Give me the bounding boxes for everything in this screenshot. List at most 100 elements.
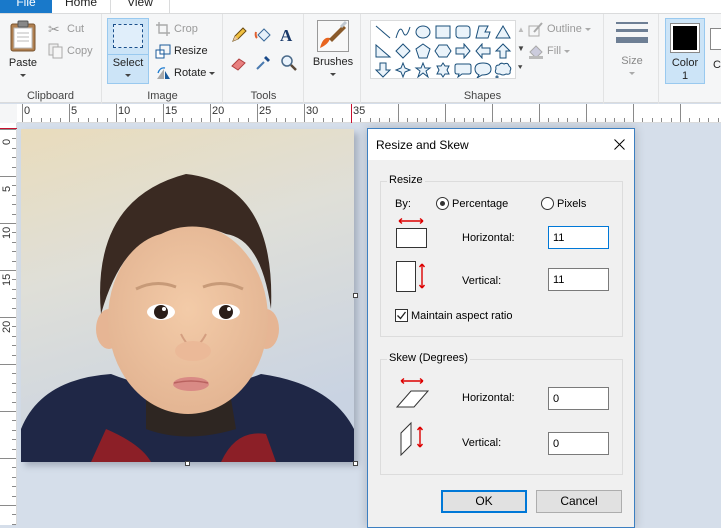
rotate-button[interactable]: Rotate bbox=[155, 63, 216, 83]
shape-diamond[interactable] bbox=[393, 41, 413, 60]
skew-horizontal-input[interactable] bbox=[548, 387, 609, 410]
resize-handle-right[interactable] bbox=[353, 293, 358, 298]
text-button[interactable]: A bbox=[280, 26, 292, 46]
tab-home[interactable]: Home bbox=[56, 0, 106, 13]
resize-vertical-input[interactable] bbox=[548, 268, 609, 291]
shape-rectangle[interactable] bbox=[433, 22, 453, 41]
maintain-aspect-checkbox[interactable] bbox=[395, 309, 408, 322]
shape-pentagon[interactable] bbox=[413, 41, 433, 60]
color-picker-button[interactable] bbox=[254, 54, 272, 74]
resize-handle-corner[interactable] bbox=[353, 461, 358, 466]
ruler-label: 0 bbox=[1, 138, 13, 145]
resize-handle-bottom[interactable] bbox=[185, 461, 190, 466]
percentage-radio[interactable] bbox=[436, 197, 449, 210]
tab-view[interactable]: View bbox=[110, 0, 170, 13]
shape-rounded-rectangle[interactable] bbox=[453, 22, 473, 41]
shape-rounded-callout[interactable] bbox=[453, 60, 473, 79]
ruler-tick bbox=[0, 458, 16, 459]
shape-six-point-star[interactable] bbox=[433, 60, 453, 79]
gallery-down-arrow[interactable]: ▼ bbox=[517, 44, 525, 53]
ruler-tick bbox=[388, 118, 390, 122]
ruler-label: 35 bbox=[353, 105, 366, 117]
ruler-tick bbox=[520, 118, 522, 122]
outline-button[interactable]: Outline bbox=[528, 19, 591, 39]
dialog-title-bar[interactable]: Resize and Skew bbox=[368, 129, 634, 160]
shape-four-point-star[interactable] bbox=[393, 60, 413, 79]
ruler-tick bbox=[12, 486, 16, 488]
ruler-tick bbox=[12, 288, 16, 290]
ok-button[interactable]: OK bbox=[441, 490, 527, 513]
ruler-tick bbox=[106, 118, 108, 122]
ruler-tick bbox=[191, 118, 193, 122]
ruler-tick bbox=[651, 118, 653, 122]
ruler-tick bbox=[426, 118, 428, 122]
pixels-label[interactable]: Pixels bbox=[557, 198, 586, 210]
select-button[interactable]: Select bbox=[107, 18, 149, 84]
ruler-tick bbox=[642, 118, 644, 122]
resize-button[interactable]: Resize bbox=[155, 41, 208, 61]
tab-file[interactable]: File bbox=[0, 0, 52, 13]
shape-triangle[interactable] bbox=[493, 22, 513, 41]
gallery-up-arrow[interactable]: ▲ bbox=[517, 25, 525, 34]
maintain-aspect-label[interactable]: Maintain aspect ratio bbox=[411, 310, 513, 322]
shapes-group: ▲ ▼ ⯆ Outline Fill Shapes bbox=[362, 14, 604, 104]
shape-right-arrow[interactable] bbox=[453, 41, 473, 60]
shape-polygon[interactable] bbox=[473, 22, 493, 41]
ruler-tick bbox=[0, 411, 16, 412]
outline-pencil-icon bbox=[528, 21, 544, 37]
shape-left-arrow[interactable] bbox=[473, 41, 493, 60]
crop-button[interactable]: Crop bbox=[155, 19, 198, 39]
shape-down-arrow[interactable] bbox=[373, 60, 393, 79]
brushes-button[interactable]: Brushes bbox=[307, 18, 359, 84]
ruler-tick bbox=[22, 104, 23, 122]
ruler-tick bbox=[0, 223, 16, 224]
color2-button[interactable]: C bbox=[710, 18, 721, 84]
ruler-tick bbox=[614, 118, 616, 122]
ruler-label: 30 bbox=[306, 105, 319, 117]
pencil-icon bbox=[232, 27, 247, 42]
size-button[interactable]: Size bbox=[609, 18, 655, 84]
pixels-radio[interactable] bbox=[541, 197, 554, 210]
shape-right-triangle[interactable] bbox=[373, 41, 393, 60]
ruler-tick bbox=[12, 166, 16, 168]
ruler-tick bbox=[0, 129, 16, 130]
shape-curve[interactable] bbox=[393, 22, 413, 41]
resize-horizontal-label: Horizontal: bbox=[462, 232, 515, 244]
magnifier-button[interactable] bbox=[280, 54, 298, 74]
ruler-tick bbox=[0, 317, 16, 318]
shape-up-arrow[interactable] bbox=[493, 41, 513, 60]
paste-button[interactable]: Paste bbox=[4, 18, 42, 84]
eraser-button[interactable] bbox=[230, 54, 248, 74]
cancel-button[interactable]: Cancel bbox=[536, 490, 622, 513]
color1-button[interactable]: Color 1 bbox=[665, 18, 705, 84]
fill-style-button[interactable]: Fill bbox=[528, 41, 571, 61]
cut-button[interactable]: ✂ Cut bbox=[48, 19, 84, 39]
shape-hexagon[interactable] bbox=[433, 41, 453, 60]
gallery-expand-button[interactable]: ⯆ bbox=[517, 63, 523, 73]
ruler-tick bbox=[332, 118, 334, 122]
shape-oval-callout[interactable] bbox=[473, 60, 493, 79]
ruler-tick bbox=[548, 118, 550, 122]
ruler-tick bbox=[529, 118, 531, 122]
shape-line[interactable] bbox=[373, 22, 393, 41]
ruler-tick bbox=[266, 118, 268, 122]
shape-oval[interactable] bbox=[413, 22, 433, 41]
ruler-tick bbox=[407, 118, 409, 122]
shape-cloud-callout[interactable] bbox=[493, 60, 513, 79]
ruler-tick bbox=[492, 104, 493, 122]
ruler-label: 10 bbox=[1, 226, 13, 239]
copy-button[interactable]: Copy bbox=[48, 41, 93, 61]
resize-horizontal-input[interactable] bbox=[548, 226, 609, 249]
resize-vertical-label: Vertical: bbox=[462, 275, 502, 287]
ruler-label: 10 bbox=[118, 105, 131, 117]
fill-button[interactable] bbox=[254, 26, 272, 46]
pencil-button[interactable] bbox=[230, 26, 248, 46]
dialog-close-button[interactable] bbox=[604, 129, 634, 160]
skew-vertical-input[interactable] bbox=[548, 432, 609, 455]
cloud-callout-icon bbox=[494, 62, 512, 78]
vertical-skew-icon bbox=[400, 421, 424, 456]
ruler-tick bbox=[50, 118, 52, 122]
percentage-label[interactable]: Percentage bbox=[452, 198, 508, 210]
shape-five-point-star[interactable] bbox=[413, 60, 433, 79]
canvas-image[interactable] bbox=[21, 129, 354, 462]
